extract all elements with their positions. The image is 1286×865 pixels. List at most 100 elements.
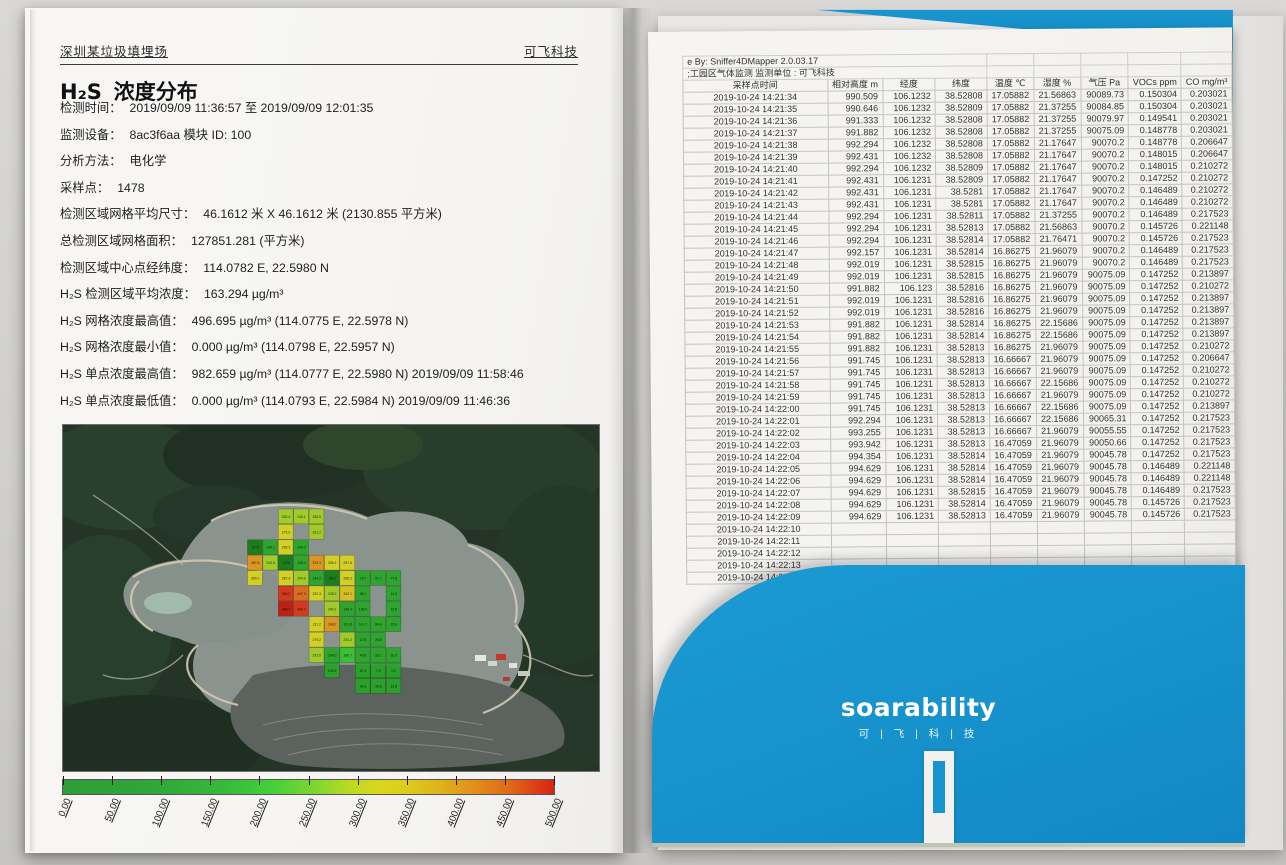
colorbar-tick-label: 0.00: [56, 797, 73, 818]
cell-value: 0.206647: [1183, 352, 1234, 364]
cell-value: 90070.2: [1082, 257, 1130, 269]
cell-timestamp: 2019-10-24 14:21:39: [683, 151, 828, 164]
info-label: 检测区域网格平均尺寸：: [60, 207, 195, 221]
table-column-header: 气压 Pa: [1080, 77, 1128, 89]
grid-cell-value: 188.7: [343, 654, 352, 658]
cell-value: 991.882: [829, 343, 884, 355]
table-column-header: 湿度 %: [1033, 77, 1080, 89]
cell-value: 0.150304: [1128, 100, 1181, 112]
cell-value: 992.019: [829, 259, 884, 271]
cell-value: 106.1231: [884, 318, 937, 330]
grid-cell-value: 164.0: [328, 654, 337, 658]
cell-value: 994.354: [830, 451, 885, 463]
cell-timestamp: 2019-10-24 14:21:52: [685, 307, 830, 320]
cell-value: 21.37255: [1034, 209, 1081, 221]
table-empty-cell: [831, 523, 886, 535]
cell-timestamp: 2019-10-24 14:21:45: [684, 223, 829, 236]
cell-value: 90055.55: [1083, 425, 1131, 437]
cell-value: 106.1231: [884, 234, 937, 246]
cell-value: 38.52813: [939, 510, 991, 522]
colorbar-tick: [309, 776, 310, 785]
cell-value: 90050.66: [1083, 437, 1131, 449]
cell-value: 991.882: [829, 283, 884, 295]
grid-cell-value: 320.3: [313, 592, 322, 596]
cell-value: 0.145726: [1130, 232, 1183, 244]
cell-value: 106.1231: [884, 246, 937, 258]
cell-value: 90075.09: [1083, 389, 1131, 401]
info-line: 分析方法：电化学: [60, 151, 166, 169]
cell-value: 21.17647: [1034, 161, 1081, 173]
cell-value: 16.66667: [989, 401, 1036, 413]
cell-value: 106.1231: [886, 510, 939, 522]
cell-value: 22.15686: [1036, 401, 1083, 413]
cell-timestamp: 2019-10-24 14:22:10: [686, 523, 831, 536]
colorbar-tick: [210, 776, 211, 785]
cell-value: 38.52814: [938, 498, 990, 510]
cell-value: 106.1231: [885, 366, 938, 378]
cell-value: 106.1232: [883, 102, 936, 114]
grid-cell-value: 145.0: [343, 607, 352, 611]
cell-value: 0.210272: [1183, 280, 1234, 292]
table-empty-cell: [1185, 520, 1236, 532]
cell-value: 90070.2: [1082, 233, 1130, 245]
cell-value: 0.213897: [1184, 400, 1235, 412]
cell-value: 0.150304: [1128, 88, 1181, 100]
cell-value: 106.1231: [885, 402, 938, 414]
cell-value: 0.147252: [1130, 268, 1183, 280]
cell-value: 0.217523: [1184, 448, 1235, 460]
table-empty-cell: [987, 65, 1034, 77]
cell-value: 0.146489: [1131, 472, 1184, 484]
cell-value: 90075.09: [1083, 353, 1131, 365]
table-empty-cell: [1181, 64, 1232, 76]
cell-value: 38.52813: [938, 402, 990, 414]
satellite-map-image: 252.4246.1258.9275.6251.221.9146.1295.31…: [63, 425, 599, 771]
grid-cell-value: 243.5: [266, 561, 275, 565]
cell-value: 90045.78: [1084, 485, 1132, 497]
cell-timestamp: 2019-10-24 14:21:43: [684, 199, 829, 212]
cell-value: 17.05882: [987, 101, 1034, 113]
cell-value: 994.629: [831, 487, 886, 499]
cell-value: 106.1231: [885, 426, 938, 438]
colorbar-tick-label: 300.00: [347, 797, 368, 828]
cell-value: 0.147252: [1131, 400, 1184, 412]
cell-value: 38.52813: [936, 222, 988, 234]
colorbar-tick-label: 200.00: [249, 797, 270, 828]
cell-value: 106.1231: [885, 462, 938, 474]
cell-timestamp: 2019-10-24 14:21:36: [683, 115, 828, 128]
brand-logo-chinese: 可 | 飞 | 科 | 技: [652, 726, 1185, 741]
cell-timestamp: 2019-10-24 14:22:12: [687, 547, 832, 560]
cell-value: 0.148015: [1129, 148, 1182, 160]
cell-value: 0.149541: [1129, 112, 1182, 124]
grid-cell-value: 279.2: [313, 638, 322, 642]
cell-value: 992.431: [828, 151, 883, 163]
cell-value: 0.147252: [1129, 172, 1182, 184]
cell-value: 90045.78: [1084, 497, 1132, 509]
cell-value: 993.255: [830, 427, 885, 439]
cell-value: 38.52809: [935, 102, 987, 114]
info-value: 0.000 µg/m³ (114.0793 E, 22.5984 N) 2019…: [192, 394, 510, 408]
cell-value: 38.52814: [936, 246, 988, 258]
cell-value: 21.96079: [1037, 485, 1084, 497]
info-line: 采样点：1478: [60, 178, 145, 196]
cell-value: 21.96079: [1037, 509, 1084, 521]
table-empty-cell: [1132, 532, 1185, 544]
cell-value: 106.1231: [885, 438, 938, 450]
cell-value: 106.1232: [883, 150, 936, 162]
table-empty-cell: [1037, 521, 1084, 533]
booklet-spine: [609, 8, 653, 853]
cell-value: 21.96079: [1035, 341, 1082, 353]
cell-value: 90075.09: [1082, 293, 1130, 305]
cell-value: 16.86275: [989, 293, 1036, 305]
cell-value: 991.745: [830, 379, 885, 391]
grid-cell-value: 134.2: [297, 546, 306, 550]
table-empty-cell: [1181, 52, 1232, 64]
cell-value: 17.05882: [987, 125, 1034, 137]
pocket-bottom-edge: [652, 843, 1245, 847]
cell-timestamp: 2019-10-24 14:21:35: [683, 103, 828, 116]
cell-value: 106.1231: [886, 498, 939, 510]
cell-value: 16.66667: [990, 413, 1037, 425]
cell-value: 0.221148: [1184, 460, 1235, 472]
table-empty-cell: [1037, 533, 1084, 545]
table-empty-cell: [1132, 520, 1185, 532]
table-empty-cell: [1084, 545, 1132, 557]
